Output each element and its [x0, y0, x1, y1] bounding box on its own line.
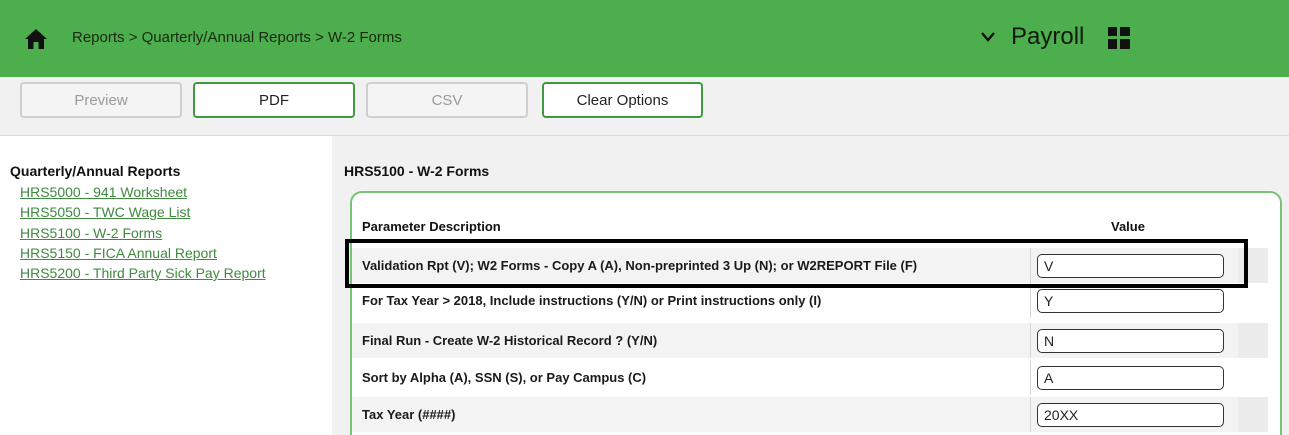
breadcrumb[interactable]: Reports > Quarterly/Annual Reports > W-2… — [72, 29, 402, 46]
app-name[interactable]: Payroll — [1011, 23, 1084, 51]
clear-options-button[interactable]: Clear Options — [542, 82, 703, 118]
sidebar-item-hrs5050[interactable]: HRS5050 - TWC Wage List — [20, 204, 190, 220]
validation-rpt-input[interactable] — [1037, 254, 1224, 278]
final-run-input[interactable] — [1037, 329, 1224, 353]
grid-icon[interactable] — [1107, 26, 1131, 50]
column-header-parameter: Parameter Description — [362, 219, 501, 234]
tax-year-input[interactable] — [1037, 403, 1224, 427]
column-divider — [1030, 323, 1031, 358]
row-extra-cell — [1238, 323, 1268, 358]
sidebar-title: Quarterly/Annual Reports — [10, 163, 181, 179]
parameter-label: Tax Year (####) — [362, 407, 456, 422]
sidebar — [0, 136, 332, 435]
parameter-label: For Tax Year > 2018, Include instruction… — [362, 293, 822, 308]
parameter-label: Validation Rpt (V); W2 Forms - Copy A (A… — [362, 258, 918, 273]
home-icon[interactable] — [24, 28, 48, 50]
chevron-down-icon[interactable] — [980, 30, 996, 44]
sidebar-item-hrs5200[interactable]: HRS5200 - Third Party Sick Pay Report — [20, 265, 266, 281]
page-title: HRS5100 - W-2 Forms — [344, 163, 490, 179]
include-instructions-input[interactable] — [1037, 289, 1224, 313]
csv-button[interactable]: CSV — [366, 82, 528, 118]
column-divider — [1030, 360, 1031, 395]
sidebar-item-hrs5000[interactable]: HRS5000 - 941 Worksheet — [20, 184, 187, 200]
sort-by-input[interactable] — [1037, 366, 1224, 390]
parameter-label: Sort by Alpha (A), SSN (S), or Pay Campu… — [362, 370, 647, 385]
column-divider — [1030, 283, 1031, 318]
column-divider — [1030, 397, 1031, 432]
column-divider — [1030, 248, 1031, 283]
column-header-value: Value — [1111, 219, 1145, 234]
sidebar-item-hrs5150[interactable]: HRS5150 - FICA Annual Report — [20, 245, 217, 261]
row-extra-cell — [1238, 248, 1268, 283]
preview-button[interactable]: Preview — [20, 82, 182, 118]
sidebar-item-hrs5100[interactable]: HRS5100 - W-2 Forms — [20, 225, 162, 241]
pdf-button[interactable]: PDF — [193, 82, 355, 118]
row-extra-cell — [1238, 397, 1268, 432]
parameter-label: Final Run - Create W-2 Historical Record… — [362, 333, 658, 348]
